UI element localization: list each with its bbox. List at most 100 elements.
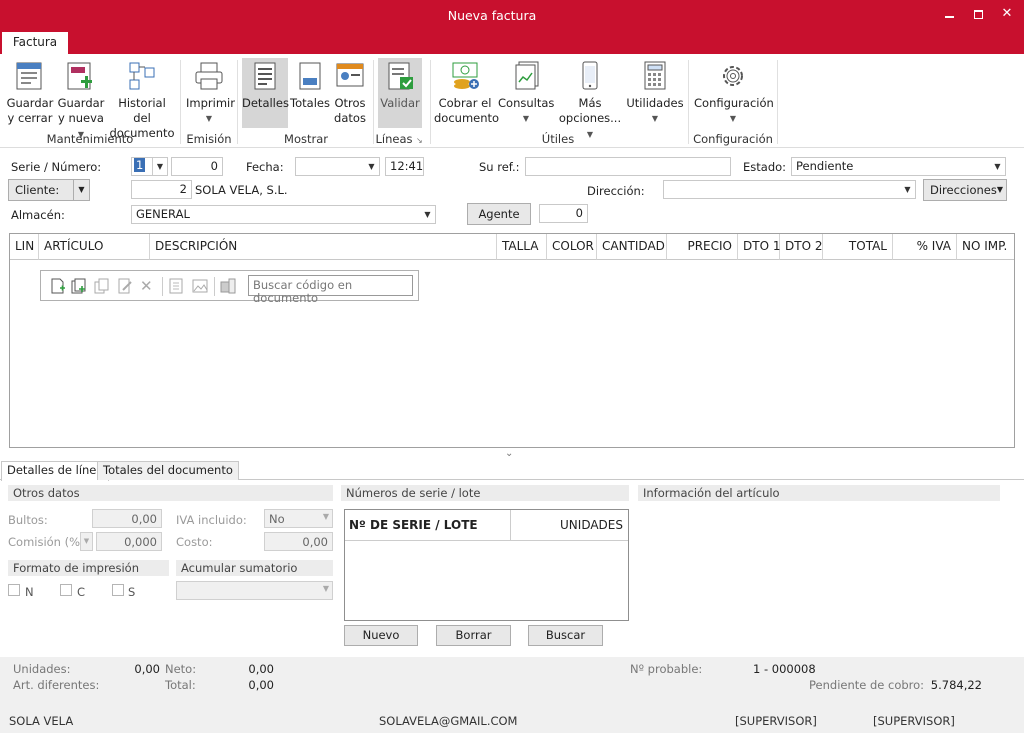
- barcode-scan-icon[interactable]: [220, 278, 236, 294]
- fecha-field[interactable]: ▼: [295, 157, 380, 176]
- col-iva[interactable]: % IVA: [893, 234, 957, 260]
- chevron-down-icon[interactable]: ▼: [420, 206, 435, 223]
- ribbon: Guardar y cerrar Guardar y nueva ▼ Histo…: [0, 54, 1024, 148]
- serie-value: 1: [134, 158, 146, 172]
- historial-button[interactable]: Historial del documento: [108, 58, 176, 141]
- acumular-select[interactable]: ▼: [176, 581, 333, 600]
- validar-button[interactable]: Validar: [378, 58, 422, 128]
- direccion-select[interactable]: ▼: [663, 180, 916, 199]
- estado-value: Pendiente: [796, 159, 854, 173]
- tab-detalles-linea[interactable]: Detalles de línea: [1, 461, 110, 481]
- col-dto1[interactable]: DTO 1: [738, 234, 780, 260]
- col-noimp[interactable]: NO IMP.: [957, 234, 1014, 260]
- edit-icon[interactable]: [117, 278, 133, 294]
- cliente-code-field[interactable]: 2: [131, 180, 192, 199]
- col-serie-lote[interactable]: Nº DE SERIE / LOTE: [345, 510, 511, 541]
- maximize-icon[interactable]: [967, 4, 991, 26]
- ribbon-tabstrip: Factura: [0, 32, 1024, 54]
- art-diferentes-label: Art. diferentes:: [13, 678, 100, 692]
- totales-button[interactable]: Totales: [289, 58, 331, 111]
- col-total[interactable]: TOTAL: [823, 234, 893, 260]
- estado-select[interactable]: Pendiente ▼: [791, 157, 1006, 176]
- col-color[interactable]: COLOR: [547, 234, 597, 260]
- cobrar-button[interactable]: Cobrar el documento: [434, 58, 499, 126]
- suref-field[interactable]: [525, 157, 731, 176]
- guardar-nueva-button[interactable]: Guardar y nueva ▼: [55, 58, 107, 142]
- tab-factura[interactable]: Factura: [2, 32, 68, 54]
- copy-icon[interactable]: [94, 278, 110, 294]
- label: Guardar: [57, 96, 105, 110]
- bultos-label: Bultos:: [8, 513, 48, 527]
- cliente-label: Cliente:: [15, 183, 60, 197]
- close-icon[interactable]: ✕: [995, 4, 1019, 26]
- col-cantidad[interactable]: CANTIDAD: [597, 234, 667, 260]
- comision-field[interactable]: 0,000: [96, 532, 162, 551]
- comision-dropdown[interactable]: ▼: [80, 532, 93, 551]
- expand-chevron-icon[interactable]: ⌄: [505, 448, 513, 459]
- almacen-select[interactable]: GENERAL ▼: [131, 205, 436, 224]
- group-emision: Emisión: [186, 132, 232, 146]
- footer-user: [SUPERVISOR]: [735, 714, 817, 728]
- buscar-button[interactable]: Buscar: [528, 625, 603, 646]
- iva-incluido-select[interactable]: No ▼: [264, 509, 333, 528]
- chevron-down-icon[interactable]: ▼: [990, 158, 1005, 175]
- costo-field[interactable]: 0,00: [264, 532, 333, 551]
- imprimir-button[interactable]: Imprimir ▼: [186, 58, 235, 126]
- cliente-button[interactable]: Cliente: ▼: [8, 179, 90, 201]
- numero-field[interactable]: 0: [171, 157, 223, 176]
- serie-select[interactable]: 1 ▼: [131, 157, 168, 176]
- dialog-launcher-icon[interactable]: ↘: [416, 136, 423, 145]
- checkbox-s[interactable]: [112, 584, 124, 596]
- group-utiles: Útiles: [541, 132, 575, 146]
- history-tree-icon: [126, 60, 158, 92]
- calculator-icon: [639, 60, 671, 92]
- tab-totales-documento[interactable]: Totales del documento: [97, 461, 239, 480]
- col-talla[interactable]: TALLA: [497, 234, 547, 260]
- col-articulo[interactable]: ARTÍCULO: [39, 234, 150, 260]
- direcciones-button[interactable]: Direcciones ▼: [923, 179, 1007, 201]
- col-descripcion[interactable]: DESCRIPCIÓN: [150, 234, 497, 260]
- nuevo-button[interactable]: Nuevo: [344, 625, 418, 646]
- col-dto2[interactable]: DTO 2: [780, 234, 823, 260]
- image-icon[interactable]: [192, 278, 208, 294]
- chevron-down-icon[interactable]: ▼: [73, 180, 89, 200]
- insert-line-icon[interactable]: [71, 278, 87, 294]
- col-precio[interactable]: PRECIO: [667, 234, 738, 260]
- new-line-icon[interactable]: [50, 278, 66, 294]
- delete-icon[interactable]: ✕: [140, 278, 156, 294]
- chevron-down-icon[interactable]: ▼: [152, 158, 167, 175]
- footer: SOLA VELA SOLAVELA@GMAIL.COM [SUPERVISOR…: [0, 709, 1024, 733]
- agente-button[interactable]: Agente: [467, 203, 531, 225]
- configuracion-button[interactable]: Configuración ▼: [694, 58, 774, 126]
- chevron-down-icon[interactable]: ▼: [364, 158, 379, 175]
- utilidades-button[interactable]: Utilidades ▼: [626, 58, 684, 126]
- borrar-button[interactable]: Borrar: [436, 625, 511, 646]
- bultos-field[interactable]: 0,00: [92, 509, 162, 528]
- guardar-cerrar-button[interactable]: Guardar y cerrar: [5, 58, 55, 126]
- col-unidades[interactable]: UNIDADES: [511, 510, 628, 541]
- otros-datos-button[interactable]: Otros datos: [332, 58, 368, 126]
- detalles-button[interactable]: Detalles: [242, 58, 289, 128]
- agente-field[interactable]: 0: [539, 204, 588, 223]
- group-configuracion: Configuración: [693, 132, 773, 146]
- label: Totales: [290, 96, 330, 110]
- chevron-down-icon[interactable]: ▼: [900, 181, 915, 198]
- checkbox-n[interactable]: [8, 584, 20, 596]
- mas-opciones-button[interactable]: Más opciones... ▼: [556, 58, 624, 142]
- serie-lote-table[interactable]: Nº DE SERIE / LOTE UNIDADES: [344, 509, 629, 621]
- chevron-down-icon: ▼: [586, 130, 594, 139]
- checkbox-c[interactable]: [60, 584, 72, 596]
- col-lin[interactable]: LIN: [10, 234, 39, 260]
- hora-field[interactable]: 12:41: [385, 157, 424, 176]
- document-icon[interactable]: [168, 278, 184, 294]
- consultas-button[interactable]: Consultas ▼: [498, 58, 554, 126]
- iva-incluido-label: IVA incluido:: [176, 513, 247, 527]
- info-articulo-header: Información del artículo: [638, 485, 1000, 501]
- lines-grid[interactable]: LIN ARTÍCULO DESCRIPCIÓN TALLA COLOR CAN…: [9, 233, 1015, 448]
- minimize-icon[interactable]: [938, 4, 962, 26]
- iva-incluido-value: No: [269, 512, 285, 526]
- chevron-down-icon: ▼: [651, 114, 659, 123]
- costo-label: Costo:: [176, 535, 213, 549]
- footer-company: SOLA VELA: [9, 714, 74, 728]
- search-code-input[interactable]: Buscar código en documento: [248, 275, 413, 305]
